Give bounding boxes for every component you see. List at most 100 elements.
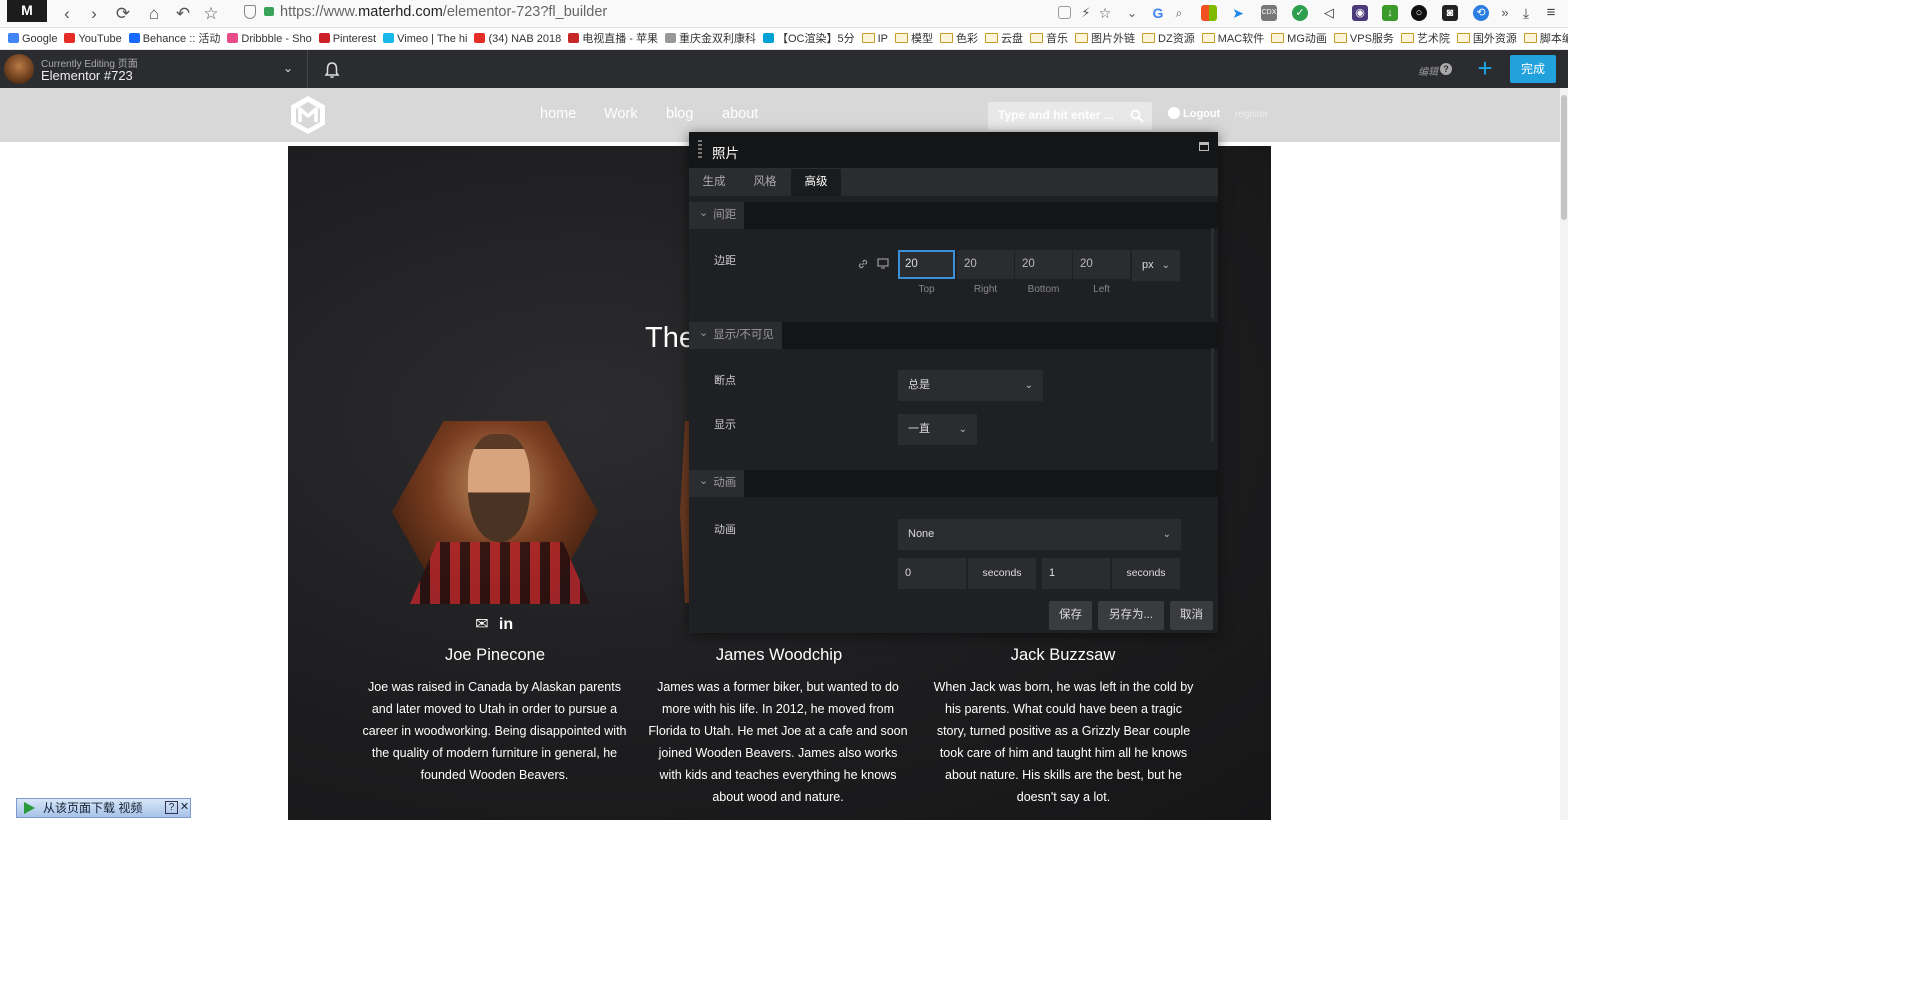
- save-button[interactable]: 保存: [1049, 601, 1092, 630]
- share-icon[interactable]: ⟲: [1473, 5, 1489, 21]
- downloads-icon[interactable]: ⤓: [1518, 5, 1534, 21]
- bookmark-item[interactable]: Dribbble - Sho: [227, 28, 312, 49]
- section-animation-label[interactable]: 动画: [689, 470, 745, 497]
- search-icon[interactable]: [1130, 109, 1144, 123]
- nav-blog[interactable]: blog: [666, 106, 693, 122]
- bookmark-item[interactable]: 电视直播 - 苹果: [568, 28, 658, 49]
- section-scrollbar[interactable]: [1211, 228, 1214, 318]
- unit-select[interactable]: px ⌄: [1132, 250, 1180, 281]
- google-icon[interactable]: G: [1150, 5, 1166, 21]
- bookmark-item[interactable]: 图片外链: [1075, 28, 1135, 49]
- search-input[interactable]: Type and hit enter ...: [988, 102, 1152, 130]
- address-bar[interactable]: https://www.materhd.com/elementor-723?fl…: [240, 2, 1140, 24]
- display-select[interactable]: 一直 ⌄: [898, 414, 977, 445]
- bookmark-item[interactable]: 模型: [895, 28, 933, 49]
- bookmark-item[interactable]: Google: [8, 28, 57, 49]
- search-icon[interactable]: ⌕: [1171, 5, 1187, 21]
- bookmark-item[interactable]: 【OC渲染】5分: [763, 28, 855, 49]
- section-scrollbar[interactable]: [1211, 348, 1214, 442]
- favorite-star-icon[interactable]: ☆: [200, 3, 222, 25]
- section-animation-header[interactable]: 动画: [689, 470, 1218, 497]
- bell-icon[interactable]: [322, 60, 342, 80]
- cancel-button[interactable]: 取消: [1170, 601, 1213, 630]
- bookmark-item[interactable]: MG动画: [1271, 28, 1327, 49]
- undo-close-tab-icon[interactable]: ↶: [172, 3, 194, 25]
- bookmark-item[interactable]: 音乐: [1030, 28, 1068, 49]
- forward-icon[interactable]: ›: [83, 3, 105, 25]
- panel-header[interactable]: 照片: [689, 132, 1218, 169]
- maximize-icon[interactable]: [1199, 142, 1209, 151]
- section-spacing-label[interactable]: 间距: [689, 202, 745, 229]
- bookmark-item[interactable]: (34) NAB 2018: [474, 28, 561, 49]
- done-button[interactable]: 完成: [1510, 55, 1556, 83]
- bookmark-item[interactable]: 艺术院: [1400, 28, 1450, 49]
- section-spacing-header[interactable]: 间距: [689, 202, 1218, 229]
- drag-handle-icon[interactable]: [698, 140, 702, 160]
- reload-icon[interactable]: ⟳: [112, 3, 134, 25]
- email-icon[interactable]: ✉: [472, 616, 492, 634]
- video-download-widget[interactable]: 从该页面下载 视频 ? ✕: [16, 798, 191, 818]
- bookmark-item[interactable]: Pinterest: [318, 28, 376, 49]
- camera-icon[interactable]: ◉: [1352, 5, 1368, 21]
- flash-icon[interactable]: ⚡: [1078, 5, 1094, 21]
- bookmark-item[interactable]: Vimeo | The hi: [383, 28, 467, 49]
- menu-icon[interactable]: ≡: [1543, 5, 1559, 21]
- back-icon[interactable]: ‹: [56, 3, 78, 25]
- cdx-icon[interactable]: CDX: [1261, 5, 1277, 21]
- chevron-down-icon[interactable]: ⌄: [280, 61, 296, 77]
- page-scroll-thumb[interactable]: [1561, 95, 1567, 220]
- bookmark-item[interactable]: YouTube: [64, 28, 122, 49]
- margin-left-input[interactable]: 20: [1073, 250, 1130, 279]
- help-icon[interactable]: ?: [1440, 63, 1452, 75]
- download-arrow-icon[interactable]: ↓: [1382, 5, 1398, 21]
- help-icon[interactable]: ?: [165, 801, 178, 814]
- logout-link[interactable]: Logout: [1168, 107, 1220, 120]
- register-link[interactable]: register: [1235, 109, 1268, 120]
- margin-bottom-input[interactable]: 20: [1015, 250, 1072, 279]
- animation-select[interactable]: None ⌄: [898, 519, 1181, 550]
- bookmark-item[interactable]: Behance :: 活动: [128, 28, 220, 49]
- overflow-icon[interactable]: »: [1497, 5, 1513, 21]
- circle-icon[interactable]: ○: [1411, 5, 1427, 21]
- mask-icon[interactable]: ◙: [1442, 5, 1458, 21]
- section-heading[interactable]: The: [645, 322, 695, 355]
- bookmark-item[interactable]: MAC软件: [1201, 28, 1264, 49]
- close-icon[interactable]: ✕: [179, 801, 190, 814]
- tab-style[interactable]: 风格: [739, 169, 791, 196]
- link-icon[interactable]: [857, 258, 869, 270]
- download-text[interactable]: 从该页面下载 视频: [43, 799, 142, 817]
- margin-top-input[interactable]: 20: [898, 250, 955, 279]
- margin-right-input[interactable]: 20: [957, 250, 1014, 279]
- site-logo[interactable]: [289, 95, 327, 135]
- qr-icon[interactable]: [1058, 6, 1071, 19]
- section-visibility-header[interactable]: 显示/不可见: [689, 322, 1218, 349]
- tab-advanced[interactable]: 高级: [791, 169, 841, 196]
- tab-general[interactable]: 生成: [689, 169, 739, 196]
- bookmark-star-icon[interactable]: ☆: [1097, 5, 1113, 21]
- bookmark-item[interactable]: 重庆金双利康科: [665, 28, 756, 49]
- duration-input[interactable]: 1: [1042, 558, 1110, 589]
- bookmark-item[interactable]: DZ资源: [1142, 28, 1195, 49]
- chevron-down-icon[interactable]: ⌄: [1124, 5, 1140, 21]
- section-visibility-label[interactable]: 显示/不可见: [689, 322, 782, 349]
- desktop-icon[interactable]: [877, 258, 889, 269]
- bookmark-item[interactable]: 国外资源: [1456, 28, 1517, 49]
- add-module-button[interactable]: +: [1466, 50, 1504, 88]
- nav-home[interactable]: home: [540, 106, 576, 122]
- linkedin-icon[interactable]: in: [496, 616, 516, 634]
- audio-icon[interactable]: ◁: [1321, 5, 1337, 21]
- save-as-button[interactable]: 另存为...: [1098, 601, 1164, 630]
- bookmark-item[interactable]: 云盘: [985, 28, 1023, 49]
- bookmark-item[interactable]: IP: [861, 28, 888, 49]
- home-icon[interactable]: ⌂: [143, 3, 165, 25]
- bookmark-item[interactable]: 脚本编程: [1523, 28, 1568, 49]
- send-icon[interactable]: ➤: [1230, 5, 1246, 21]
- url-text[interactable]: https://www.materhd.com/elementor-723?fl…: [280, 4, 607, 20]
- breakpoint-select[interactable]: 总是 ⌄: [898, 370, 1043, 401]
- shield-check-icon[interactable]: ✓: [1292, 5, 1308, 21]
- nav-about[interactable]: about: [722, 106, 758, 122]
- nav-work[interactable]: Work: [604, 106, 638, 122]
- bookmark-item[interactable]: VPS服务: [1333, 28, 1394, 49]
- bookmark-item[interactable]: 色彩: [940, 28, 978, 49]
- avatar[interactable]: [4, 54, 34, 84]
